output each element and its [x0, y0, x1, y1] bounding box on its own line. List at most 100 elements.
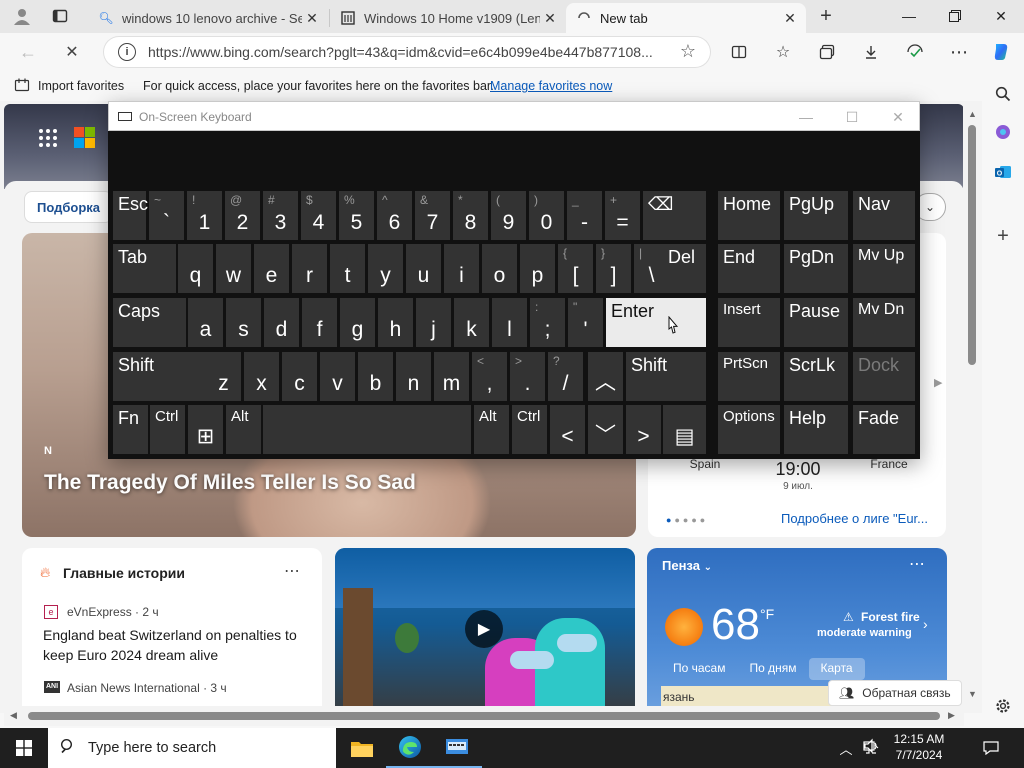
key-3[interactable]: #3	[263, 191, 298, 240]
weather-alert-line1[interactable]: Forest fire	[861, 610, 920, 624]
windows-key[interactable]: ⊞	[188, 405, 223, 454]
key-[interactable]: >.	[510, 352, 545, 401]
extensions-icon[interactable]	[900, 37, 930, 67]
edge-icon[interactable]	[386, 728, 434, 768]
key-u[interactable]: u	[406, 244, 441, 293]
key-tab[interactable]: Tab	[113, 244, 176, 293]
split-screen-icon[interactable]	[724, 37, 754, 67]
tab-archive[interactable]: Windows 10 Home v1909 (Lenovo ✕	[330, 3, 566, 33]
tab-search[interactable]: 🔍︎ windows 10 lenovo archive - Sea ✕	[88, 3, 328, 33]
file-explorer-icon[interactable]	[338, 728, 386, 768]
key-[interactable]: + =	[605, 191, 640, 240]
key-v[interactable]: v	[320, 352, 355, 401]
close-tab-icon[interactable]: ✕	[540, 10, 560, 27]
close-tab-icon[interactable]: ✕	[780, 10, 800, 27]
scroll-left-icon[interactable]: ◀	[10, 710, 17, 721]
start-button[interactable]	[0, 728, 48, 768]
copilot-icon[interactable]	[986, 37, 1016, 67]
key-end[interactable]: End	[718, 244, 780, 293]
key-mv-dn[interactable]: Mv Dn	[853, 298, 915, 347]
on-screen-keyboard-taskbar-icon[interactable]	[434, 728, 482, 768]
scroll-up-icon[interactable]: ▲	[968, 109, 977, 119]
carousel-dots[interactable]: ●●●●●	[666, 515, 708, 525]
more-options-icon[interactable]: ⋯	[909, 554, 925, 574]
notifications-icon[interactable]	[980, 728, 1002, 768]
tab-daily[interactable]: По дням	[737, 658, 808, 680]
key-k[interactable]: k	[454, 298, 489, 347]
apps-grid-icon[interactable]	[38, 128, 58, 153]
video-card[interactable]: ▶	[335, 548, 635, 713]
key-p[interactable]: p	[520, 244, 555, 293]
key-j[interactable]: j	[416, 298, 451, 347]
key-g[interactable]: g	[340, 298, 375, 347]
key-fn[interactable]: Fn	[113, 405, 148, 454]
key-r[interactable]: r	[292, 244, 327, 293]
backspace-key[interactable]: ⌫	[643, 191, 706, 240]
back-button[interactable]: ←	[12, 37, 44, 67]
key-pgup[interactable]: PgUp	[784, 191, 848, 240]
profile-icon[interactable]	[8, 4, 36, 28]
weather-alert-line2[interactable]: moderate warning	[817, 627, 912, 639]
collections-icon[interactable]	[812, 37, 842, 67]
osk-title-bar[interactable]: On-Screen Keyboard — ☐ ✕	[108, 101, 920, 131]
key-7[interactable]: & 7	[415, 191, 450, 240]
address-bar[interactable]: i https://www.bing.com/search?pglt=43&q=…	[104, 37, 710, 67]
key-b[interactable]: b	[358, 352, 393, 401]
league-link[interactable]: Подробнее о лиге "Eur...	[781, 511, 928, 526]
key-a[interactable]: a	[188, 298, 223, 347]
key-f[interactable]: f	[302, 298, 337, 347]
horizontal-scroll-thumb[interactable]	[28, 712, 940, 720]
osk-maximize-button[interactable]: ☐	[829, 102, 875, 132]
hero-headline[interactable]: The Tragedy Of Miles Teller Is So Sad	[44, 471, 416, 495]
key-enter[interactable]: Enter	[606, 298, 706, 347]
key-fade[interactable]: Fade	[853, 405, 915, 454]
key-q[interactable]: q	[178, 244, 213, 293]
arrow-down-key[interactable]: ﹀	[588, 405, 623, 454]
weather-city[interactable]: Пенза ⌄	[662, 558, 712, 573]
sidebar-settings-icon[interactable]	[987, 691, 1019, 721]
key-z[interactable]: z	[206, 352, 241, 401]
play-icon[interactable]: ▶	[465, 610, 503, 648]
key-e[interactable]: e	[254, 244, 289, 293]
close-window-button[interactable]: ✕	[978, 0, 1024, 32]
osk-close-button[interactable]: ✕	[875, 102, 921, 132]
site-info-icon[interactable]: i	[118, 43, 136, 61]
scroll-right-icon[interactable]: ▶	[948, 710, 955, 721]
context-menu-key[interactable]: ▤	[663, 405, 706, 454]
stop-loading-button[interactable]: ✕	[56, 37, 88, 67]
key-i[interactable]: i	[444, 244, 479, 293]
taskbar-search[interactable]: Type here to search	[48, 728, 336, 768]
favorite-star-icon[interactable]: ☆	[680, 41, 696, 62]
key-[interactable]: :;	[530, 298, 565, 347]
import-favorites-icon[interactable]	[14, 77, 30, 96]
key-caps[interactable]: Caps	[113, 298, 186, 347]
new-tab-button[interactable]: +	[812, 4, 840, 28]
volume-icon[interactable]	[864, 738, 884, 756]
downloads-icon[interactable]	[856, 37, 886, 67]
vertical-scrollbar[interactable]: ▲ ▼	[963, 101, 982, 705]
key-pgdn[interactable]: PgDn	[784, 244, 848, 293]
space-key[interactable]	[263, 405, 471, 454]
carousel-next-icon[interactable]: ▶	[934, 376, 942, 389]
key-help[interactable]: Help	[784, 405, 848, 454]
favorites-icon[interactable]: ☆	[768, 37, 798, 67]
key-t[interactable]: t	[330, 244, 365, 293]
show-hidden-icons-button[interactable]: ︿	[836, 728, 856, 768]
taskbar-search-placeholder[interactable]: Type here to search	[88, 740, 216, 756]
key-[interactable]: }]	[596, 244, 631, 293]
key-d[interactable]: d	[264, 298, 299, 347]
key-options[interactable]: Options	[718, 405, 780, 454]
key-ctrl[interactable]: Ctrl	[512, 405, 547, 454]
key-shift[interactable]: Shift	[626, 352, 706, 401]
key-n[interactable]: n	[396, 352, 431, 401]
key-pause[interactable]: Pause	[784, 298, 848, 347]
key-8[interactable]: * 8	[453, 191, 488, 240]
key-o[interactable]: o	[482, 244, 517, 293]
filter-chip[interactable]: Подборка	[24, 191, 114, 223]
key-y[interactable]: y	[368, 244, 403, 293]
key-scrlk[interactable]: ScrLk	[784, 352, 848, 401]
taskbar-clock[interactable]: 12:15 AM 7/7/2024	[884, 731, 954, 763]
search-icon[interactable]	[987, 79, 1019, 109]
arrow-left-key[interactable]: <	[550, 405, 585, 454]
key-x[interactable]: x	[244, 352, 279, 401]
